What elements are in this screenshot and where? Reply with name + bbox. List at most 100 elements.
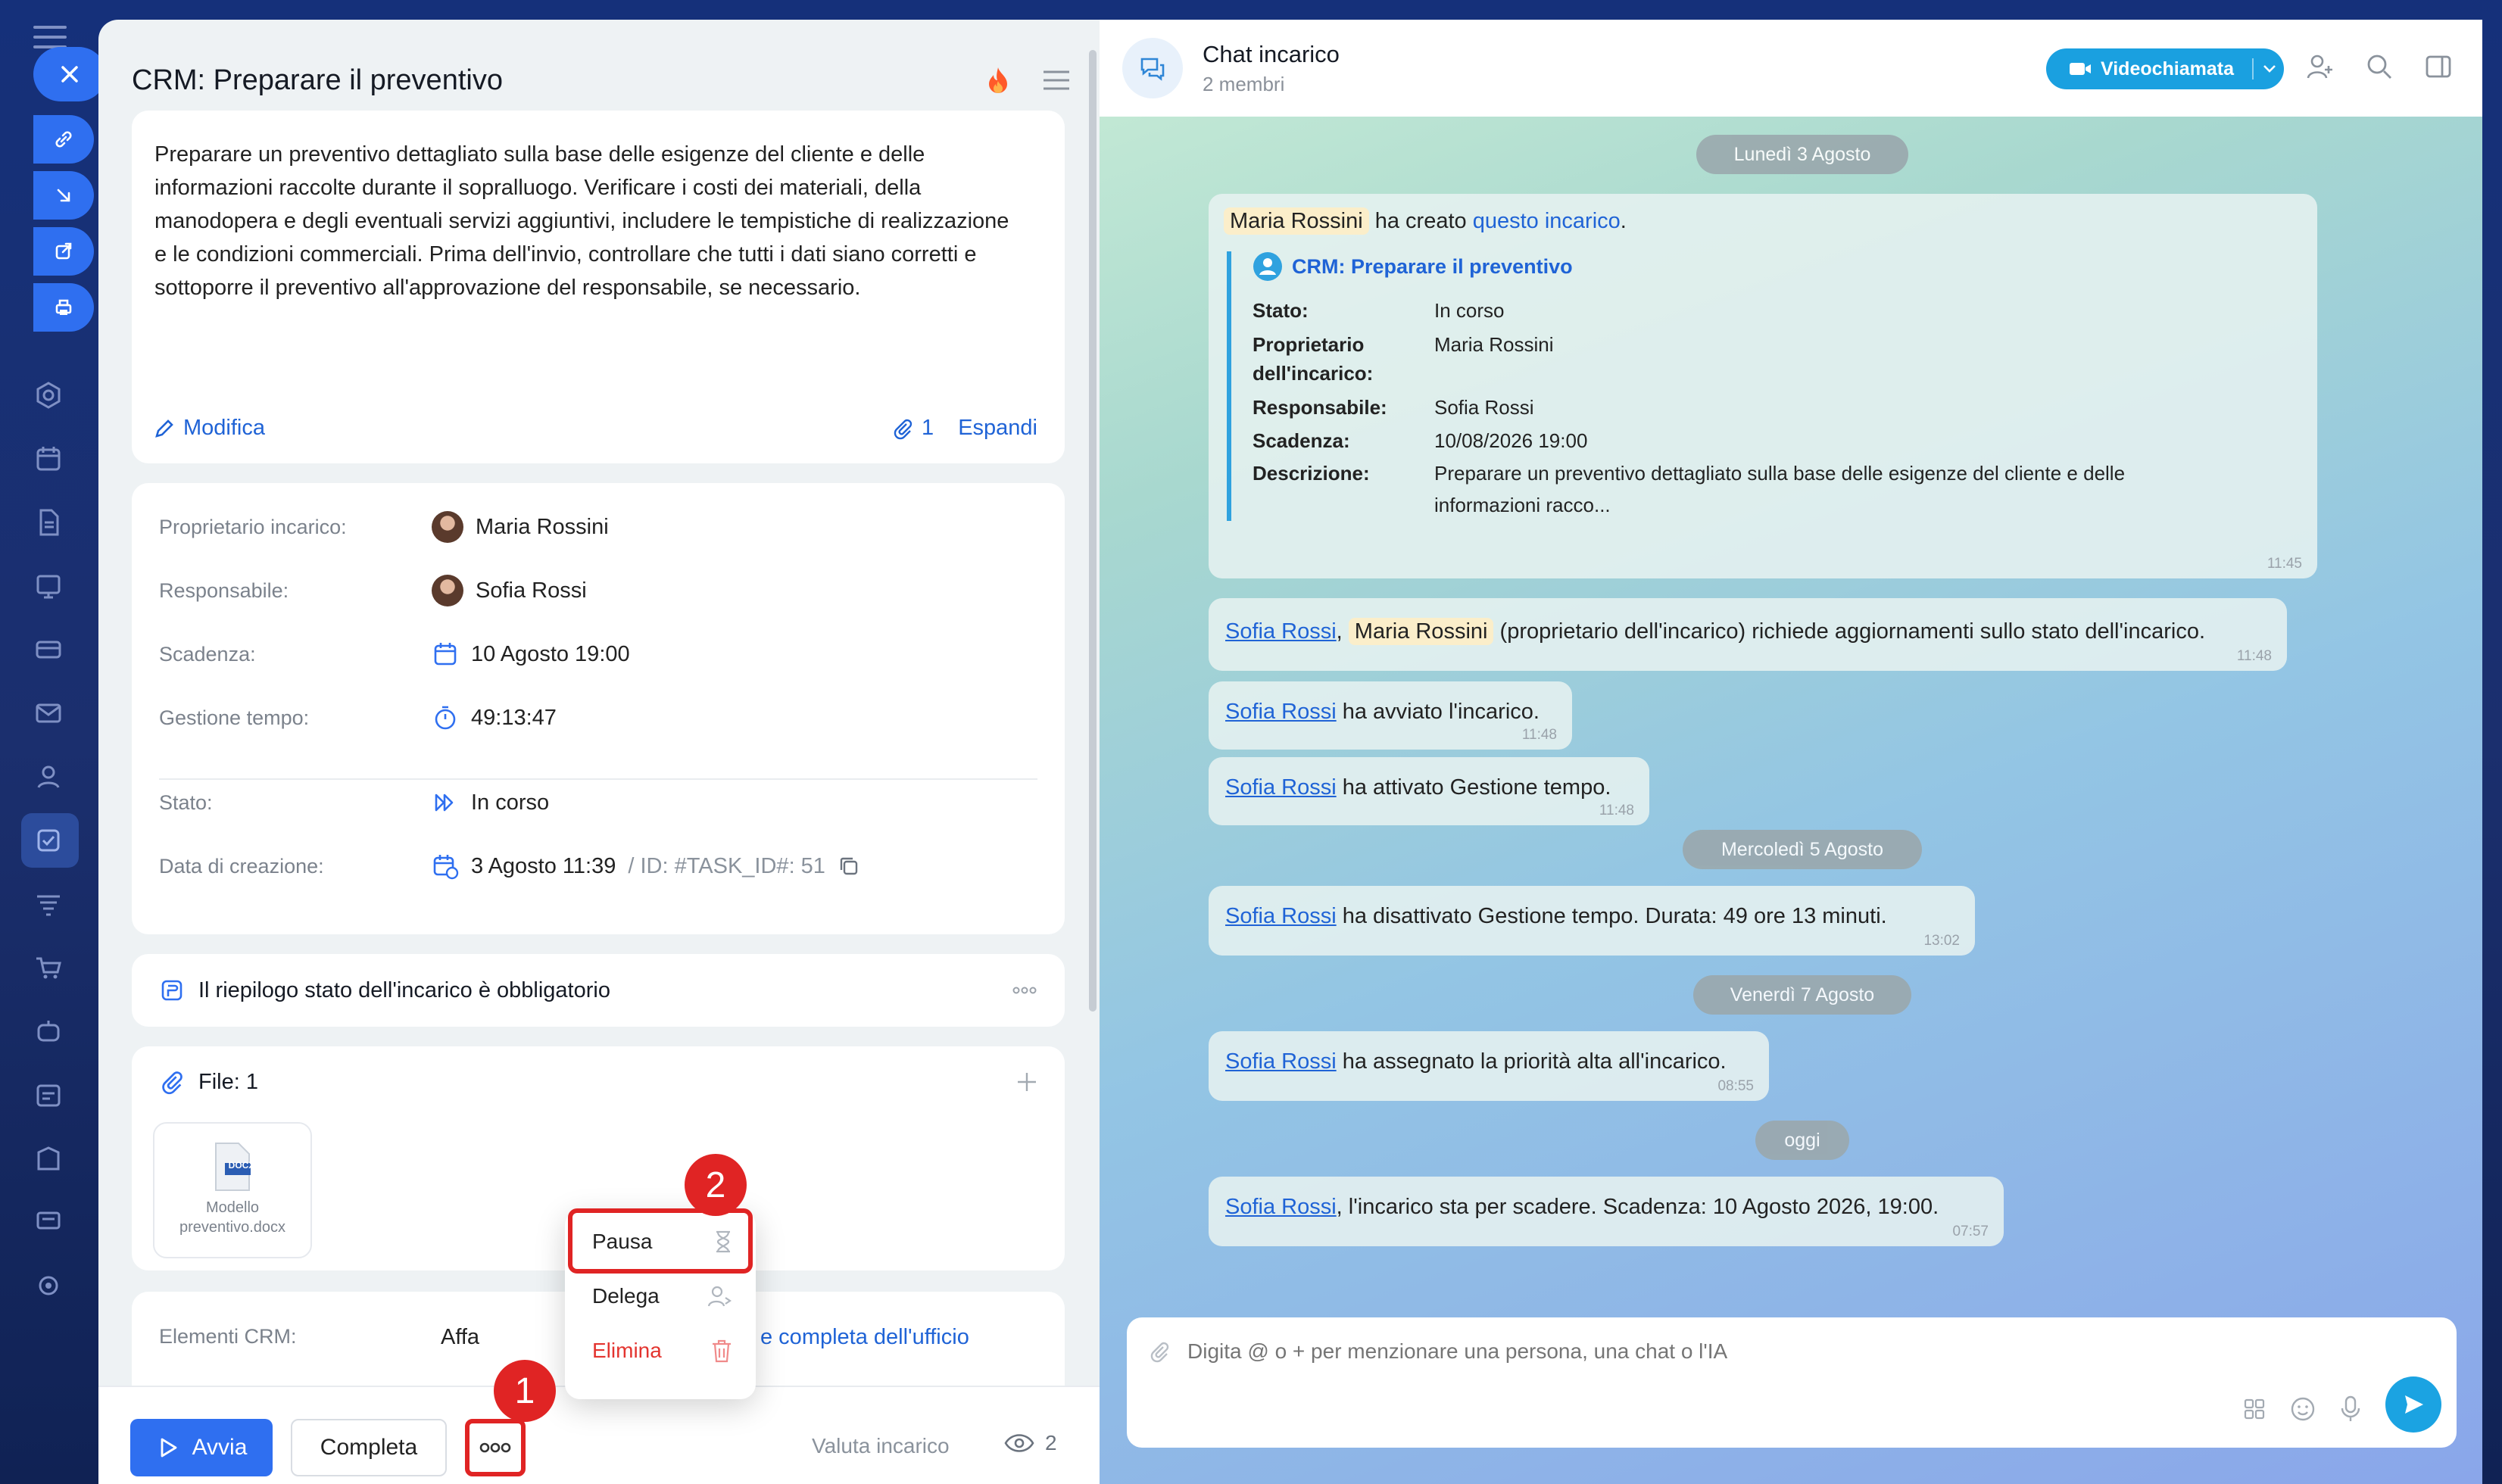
message-punct: . [1620, 209, 1627, 233]
more-dots-icon[interactable] [1012, 985, 1037, 996]
menu-item-delete[interactable]: Elimina [592, 1328, 733, 1373]
monitor-icon[interactable] [32, 1205, 65, 1239]
deadline-value[interactable]: 10 Agosto 19:00 [471, 642, 630, 667]
apps-grid-icon[interactable] [2243, 1398, 2266, 1420]
attachments-counter[interactable]: 1 [891, 416, 934, 441]
complete-button[interactable]: Completa [291, 1419, 447, 1476]
copy-icon[interactable] [838, 855, 860, 878]
user-link[interactable]: Sofia Rossi [1225, 775, 1337, 800]
expand-link[interactable]: Espandi [958, 416, 1037, 441]
filter-icon[interactable] [32, 887, 65, 921]
summary-required-card[interactable]: Il riepilogo stato dell'incarico è obbli… [132, 954, 1065, 1027]
message-input[interactable] [1187, 1334, 2323, 1369]
menu-item-label: Delega [592, 1284, 660, 1308]
menu-item-delegate[interactable]: Delega [592, 1274, 733, 1319]
more-actions-button[interactable] [465, 1419, 526, 1476]
chat-header: Chat incarico 2 membri Videochiamata [1100, 20, 2482, 117]
minimize-button[interactable] [33, 171, 94, 220]
hamburger-menu-icon[interactable] [1044, 70, 1069, 90]
user-circle-icon [1253, 252, 1282, 281]
video-camera-icon [2070, 63, 2091, 75]
file-ext: DOCX [228, 1160, 255, 1171]
owner-name[interactable]: Maria Rossini [476, 515, 609, 540]
owner-label: Proprietario incarico: [159, 515, 347, 538]
chat-avatar[interactable] [1122, 38, 1183, 98]
emoji-icon[interactable] [2290, 1396, 2316, 1422]
chat-panel: Chat incarico 2 membri Videochiamata Lun… [1100, 20, 2482, 1484]
user-link[interactable]: Sofia Rossi [1225, 904, 1337, 928]
deadline-label: Scadenza: [159, 642, 256, 666]
copy-link-button[interactable] [33, 115, 94, 164]
crm-value-end[interactable]: e completa dell'ufficio [760, 1325, 969, 1350]
user-mention[interactable]: Maria Rossini [1348, 618, 1494, 645]
settings-icon[interactable] [32, 1269, 65, 1302]
chevron-down-icon[interactable] [2263, 64, 2276, 73]
quote-task-title[interactable]: CRM: Preparare il preventivo [1292, 255, 1573, 279]
complete-label: Completa [320, 1435, 418, 1460]
divider [2252, 58, 2254, 80]
avatar[interactable] [432, 511, 463, 543]
task-link[interactable]: questo incarico [1473, 209, 1621, 233]
stopwatch-icon [435, 706, 456, 730]
hexagon-icon[interactable] [32, 379, 65, 412]
start-label: Avvia [192, 1435, 248, 1460]
chat-message: Sofia Rossi ha assegnato la priorità alt… [1209, 1031, 1769, 1101]
contacts-icon[interactable] [32, 760, 65, 793]
file-thumbnail[interactable]: DOCX Modello preventivo.docx [153, 1122, 312, 1258]
viewers-counter[interactable]: 2 [1004, 1431, 1057, 1455]
open-new-window-button[interactable] [33, 227, 94, 276]
scrollbar[interactable] [1089, 50, 1097, 1012]
message-time: 11:48 [2236, 648, 2272, 664]
chat-message: Sofia Rossi ha attivato Gestione tempo. … [1209, 757, 1649, 825]
building-icon[interactable] [32, 1142, 65, 1175]
cart-icon[interactable] [32, 951, 65, 984]
time-tracking-row: Gestione tempo: 49:13:47 [159, 695, 1037, 740]
add-icon[interactable] [1016, 1071, 1037, 1093]
message-text: ha attivato Gestione tempo. [1342, 775, 1611, 800]
date-separator: Venerdì 7 Agosto [1693, 975, 1911, 1015]
search-icon[interactable] [2366, 53, 2393, 80]
menu-item-label: Elimina [592, 1339, 662, 1362]
action-bar: Avvia Completa Valuta incarico 2 [98, 1386, 1100, 1484]
message-time: 07:57 [1952, 1224, 1989, 1239]
send-button[interactable] [2385, 1376, 2441, 1433]
user-link[interactable]: Sofia Rossi [1225, 1195, 1337, 1219]
close-slider-button[interactable] [33, 47, 106, 101]
add-user-icon[interactable] [2307, 53, 2334, 80]
print-icon [55, 299, 72, 315]
microphone-icon[interactable] [2340, 1395, 2361, 1423]
tasks-icon[interactable] [32, 824, 65, 857]
quote-row: Scadenza: 10/08/2026 19:00 [1253, 429, 1588, 452]
user-mention[interactable]: Maria Rossini [1224, 207, 1369, 235]
sidebar-panel-icon[interactable] [2425, 53, 2452, 80]
chat-title: Chat incarico [1203, 40, 1340, 67]
message-text: , l'incarico sta per scadere. Scadenza: … [1336, 1195, 1939, 1219]
schedule-icon[interactable] [32, 1078, 65, 1111]
description-card: Preparare un preventivo dettagliato sull… [132, 111, 1065, 463]
responsible-name[interactable]: Sofia Rossi [476, 578, 587, 603]
crm-value-start[interactable]: Affa [441, 1325, 479, 1350]
rate-task-link[interactable]: Valuta incarico [812, 1434, 950, 1458]
video-call-button[interactable]: Videochiamata [2046, 48, 2284, 89]
app-rail [0, 0, 106, 1484]
paperclip-icon[interactable] [1148, 1340, 1171, 1363]
edit-link[interactable]: Modifica [183, 416, 265, 441]
message-text: ha disattivato Gestione tempo. Durata: 4… [1342, 904, 1887, 928]
document-icon[interactable] [32, 506, 65, 539]
calendar-icon[interactable] [32, 442, 65, 475]
time-tracking-value: 49:13:47 [471, 705, 557, 730]
fire-icon[interactable] [986, 66, 1010, 95]
dashboard-icon[interactable] [32, 569, 65, 603]
send-icon [2405, 1395, 2423, 1414]
user-link[interactable]: Sofia Rossi [1225, 1049, 1337, 1074]
print-button[interactable] [33, 283, 94, 332]
user-link[interactable]: Sofia Rossi [1225, 619, 1337, 644]
avatar[interactable] [432, 575, 463, 606]
start-button[interactable]: Avvia [130, 1419, 273, 1476]
chat-members[interactable]: 2 membri [1203, 73, 1340, 96]
card-icon[interactable] [32, 633, 65, 666]
attach-count: 1 [922, 416, 934, 440]
robot-icon[interactable] [32, 1015, 65, 1048]
mail-icon[interactable] [32, 697, 65, 730]
user-link[interactable]: Sofia Rossi [1225, 700, 1337, 724]
